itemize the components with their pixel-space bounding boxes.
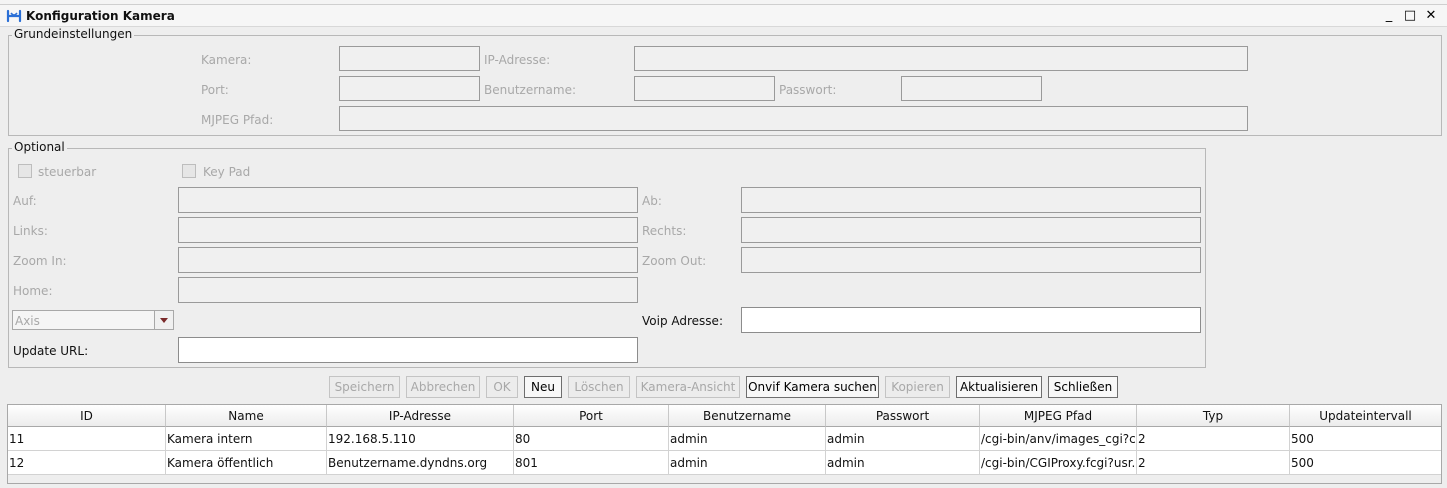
down-input[interactable] — [741, 187, 1201, 213]
home-input[interactable] — [178, 277, 638, 303]
column-header-username[interactable]: Benutzername — [669, 405, 826, 427]
table-row[interactable]: 11 Kamera intern 192.168.5.110 80 admin … — [8, 427, 1441, 451]
mjpeg-path-label: MJPEG Pfad: — [201, 113, 274, 127]
minimize-icon[interactable]: _ — [1381, 8, 1397, 24]
cell-name: Kamera öffentlich — [166, 451, 327, 475]
cell-mjpeg: /cgi-bin/anv/images_cgi?c... — [980, 427, 1137, 451]
camera-input[interactable] — [339, 46, 480, 71]
cell-id: 11 — [8, 427, 166, 451]
column-header-name[interactable]: Name — [166, 405, 327, 427]
column-header-password[interactable]: Passwort — [826, 405, 980, 427]
new-button[interactable]: Neu — [524, 376, 562, 398]
camera-label: Kamera: — [201, 53, 252, 67]
left-input[interactable] — [178, 217, 638, 243]
cell-port: 801 — [514, 451, 669, 475]
zoom-in-label: Zoom In: — [13, 254, 67, 268]
ok-button[interactable]: OK — [486, 376, 518, 398]
right-input[interactable] — [741, 217, 1201, 243]
port-label: Port: — [201, 83, 229, 97]
zoom-out-label: Zoom Out: — [642, 254, 707, 268]
cell-mjpeg: /cgi-bin/CGIProxy.fcgi?usr... — [980, 451, 1137, 475]
keypad-label: Key Pad — [203, 165, 251, 179]
cell-password: admin — [826, 451, 980, 475]
camera-type-select[interactable]: Axis — [12, 310, 174, 330]
cell-type: 2 — [1137, 451, 1290, 475]
column-header-ip[interactable]: IP-Adresse — [327, 405, 514, 427]
cell-username: admin — [669, 427, 826, 451]
camera-table[interactable]: ID Name IP-Adresse Port Benutzername Pas… — [7, 404, 1442, 484]
right-label: Rechts: — [642, 224, 687, 238]
column-header-mjpeg[interactable]: MJPEG Pfad — [980, 405, 1137, 427]
steuerbar-label: steuerbar — [38, 165, 97, 179]
cell-username: admin — [669, 451, 826, 475]
close-window-icon[interactable]: ✕ — [1423, 8, 1439, 24]
cell-ip: 192.168.5.110 — [327, 427, 514, 451]
window-title: Konfiguration Kamera — [26, 9, 175, 23]
username-input[interactable] — [634, 76, 775, 101]
voip-address-label: Voip Adresse: — [642, 314, 723, 328]
cell-interval: 500 — [1290, 451, 1441, 475]
cell-port: 80 — [514, 427, 669, 451]
basic-settings-legend: Grundeinstellungen — [12, 27, 135, 41]
cell-interval: 500 — [1290, 427, 1441, 451]
app-icon — [6, 8, 22, 24]
camera-type-value: Axis — [15, 314, 40, 328]
column-header-id[interactable]: ID — [8, 405, 166, 427]
zoom-out-input[interactable] — [741, 247, 1201, 273]
column-header-port[interactable]: Port — [514, 405, 669, 427]
left-label: Links: — [13, 224, 48, 238]
voip-address-input[interactable] — [741, 307, 1201, 333]
password-input[interactable] — [901, 76, 1042, 101]
steuerbar-checkbox[interactable] — [18, 164, 32, 178]
home-label: Home: — [13, 284, 53, 298]
cell-password: admin — [826, 427, 980, 451]
chevron-down-icon[interactable] — [154, 311, 173, 329]
save-button[interactable]: Speichern — [329, 376, 400, 398]
mjpeg-path-input[interactable] — [339, 106, 1248, 131]
optional-legend: Optional — [12, 140, 67, 154]
ip-address-input[interactable] — [634, 46, 1248, 71]
down-label: Ab: — [642, 194, 662, 208]
onvif-search-button[interactable]: Onvif Kamera suchen — [746, 376, 879, 398]
close-button[interactable]: Schließen — [1048, 376, 1118, 398]
update-url-label: Update URL: — [13, 344, 89, 358]
cell-ip: Benutzername.dyndns.org — [327, 451, 514, 475]
table-empty-area — [8, 475, 1441, 483]
keypad-checkbox[interactable] — [182, 164, 196, 178]
title-bar[interactable] — [0, 5, 1447, 27]
cell-type: 2 — [1137, 427, 1290, 451]
delete-button[interactable]: Löschen — [568, 376, 630, 398]
copy-button[interactable]: Kopieren — [885, 376, 950, 398]
cell-name: Kamera intern — [166, 427, 327, 451]
password-label: Passwort: — [779, 83, 837, 97]
table-row[interactable]: 12 Kamera öffentlich Benutzername.dyndns… — [8, 451, 1441, 475]
refresh-button[interactable]: Aktualisieren — [956, 376, 1042, 398]
maximize-icon[interactable]: □ — [1402, 8, 1418, 24]
zoom-in-input[interactable] — [178, 247, 638, 273]
up-input[interactable] — [178, 187, 638, 213]
port-input[interactable] — [339, 76, 480, 101]
cell-id: 12 — [8, 451, 166, 475]
column-header-interval[interactable]: Updateintervall — [1290, 405, 1441, 427]
column-header-type[interactable]: Typ — [1137, 405, 1290, 427]
up-label: Auf: — [13, 194, 37, 208]
cancel-button[interactable]: Abbrechen — [406, 376, 480, 398]
update-url-input[interactable] — [178, 337, 638, 363]
camera-view-button[interactable]: Kamera-Ansicht — [636, 376, 740, 398]
ip-address-label: IP-Adresse: — [484, 53, 551, 67]
username-label: Benutzername: — [484, 83, 577, 97]
